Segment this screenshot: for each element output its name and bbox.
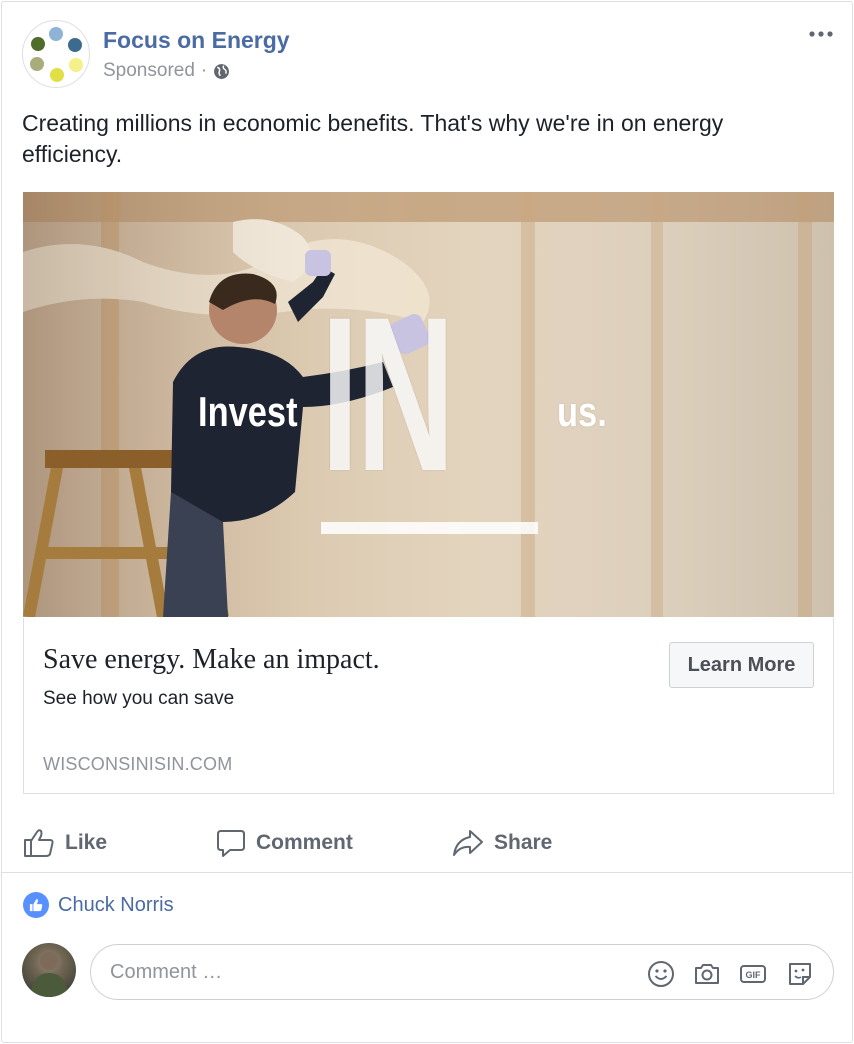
comment-placeholder: Comment … (110, 961, 223, 983)
separator-dot: · (200, 60, 208, 81)
like-reaction-icon (23, 892, 49, 918)
sticker-icon[interactable] (785, 959, 815, 989)
page-name-link[interactable]: Focus on Energy (103, 27, 290, 54)
post-text: Creating millions in economic benefits. … (22, 110, 724, 167)
reaction-summary[interactable]: Chuck Norris (23, 892, 174, 918)
ad-hero-image[interactable]: Invest IN us. (23, 192, 834, 617)
sponsored-line: Sponsored · (103, 60, 230, 82)
globe-icon (214, 63, 230, 79)
hero-word-us: us. (557, 388, 607, 435)
svg-text:GIF: GIF (746, 970, 762, 980)
share-arrow-icon (453, 830, 483, 856)
comment-label: Comment (256, 831, 353, 854)
page-logo-avatar[interactable] (22, 20, 90, 88)
link-preview[interactable]: Save energy. Make an impact. See how you… (23, 618, 834, 794)
camera-icon[interactable] (692, 959, 722, 989)
hero-word-invest: Invest (198, 388, 298, 435)
comment-input[interactable]: Comment … GIF (90, 944, 834, 1000)
user-avatar[interactable] (22, 943, 76, 997)
comment-button[interactable]: Comment (216, 826, 353, 860)
more-options-icon[interactable] (806, 22, 836, 46)
emoji-icon[interactable] (646, 959, 676, 989)
gif-icon[interactable]: GIF (738, 959, 768, 989)
divider (1, 872, 853, 873)
link-title[interactable]: Save energy. Make an impact. (43, 644, 380, 676)
link-subtitle: See how you can save (43, 688, 235, 709)
link-domain: WISCONSINISIN.COM (43, 754, 233, 774)
liker-name[interactable]: Chuck Norris (58, 894, 174, 917)
hero-word-in: IN (321, 271, 455, 517)
share-label: Share (494, 831, 553, 854)
like-button[interactable]: Like (23, 826, 107, 860)
sponsored-label[interactable]: Sponsored (103, 60, 195, 82)
learn-more-button[interactable]: Learn More (669, 642, 814, 688)
focus-on-energy-logo (30, 27, 83, 82)
speech-bubble-icon (217, 830, 245, 857)
like-label: Like (65, 831, 108, 854)
share-button[interactable]: Share (452, 826, 552, 860)
thumbs-up-icon (24, 829, 54, 857)
